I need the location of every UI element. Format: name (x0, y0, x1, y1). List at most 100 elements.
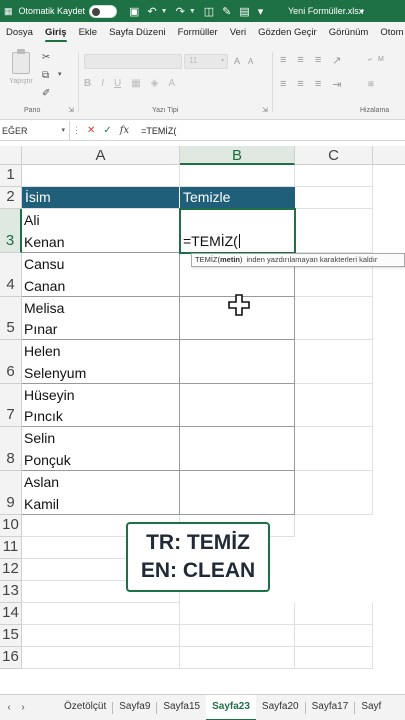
tab-otomatik[interactable]: Otom (374, 22, 405, 44)
table-row[interactable]: Cansu Canan (22, 253, 180, 297)
more-icon[interactable]: ▾ (258, 5, 264, 18)
row-header-12[interactable]: 12 (0, 559, 22, 581)
grid-cell[interactable] (22, 625, 180, 647)
row-header-2[interactable]: 2 (0, 187, 22, 209)
table-row[interactable]: Melisa Pınar (22, 297, 180, 340)
grid-cell[interactable] (295, 625, 373, 647)
table-header-isim[interactable]: İsim (22, 187, 180, 209)
font-size-dropdown[interactable]: 11 ▾ (184, 54, 228, 69)
grid-cell[interactable] (295, 384, 373, 427)
row-header-13[interactable]: 13 (0, 581, 22, 603)
grid-cell[interactable] (180, 165, 295, 187)
grow-font-icon[interactable]: A (234, 56, 240, 66)
grid-cell[interactable] (180, 647, 295, 669)
format-painter-icon[interactable]: ✐ (42, 88, 50, 99)
table-row[interactable]: Hüseyin Pıncık (22, 384, 180, 427)
sheet-next-icon[interactable]: › (16, 702, 30, 713)
align-center-icon[interactable]: ≡ (297, 78, 303, 91)
align-right-icon[interactable]: ≡ (315, 78, 321, 91)
temizle-cell[interactable] (180, 471, 295, 515)
tab-dosya[interactable]: Dosya (0, 22, 39, 44)
font-color-icon[interactable]: A (168, 78, 175, 89)
undo-caret-icon[interactable]: ▼ (161, 8, 168, 15)
camera-icon[interactable]: ◫ (204, 5, 214, 18)
align-bottom-icon[interactable]: ≡ (315, 54, 321, 67)
table-row[interactable]: Helen Selenyum (22, 340, 180, 384)
column-header-d[interactable] (373, 146, 405, 165)
copy-icon[interactable]: ⧉ (42, 70, 49, 81)
row-header-1[interactable]: 1 (0, 165, 22, 187)
name-box[interactable]: EĞER ▾ (0, 120, 70, 141)
grid-cell[interactable] (295, 297, 373, 340)
table-row[interactable]: Ali Kenan (22, 209, 180, 253)
table-row[interactable]: Selin Ponçuk (22, 427, 180, 471)
grid-cell[interactable] (22, 603, 180, 625)
cut-icon[interactable]: ✂ (42, 52, 50, 63)
row-header-4[interactable]: 4 (0, 253, 22, 297)
grid-cell[interactable] (180, 625, 295, 647)
tab-veri[interactable]: Veri (224, 22, 252, 44)
italic-icon[interactable]: I (101, 78, 104, 89)
table-icon[interactable]: ▤ (239, 5, 249, 18)
merge-icon[interactable]: ⊞ (368, 80, 374, 88)
row-header-7[interactable]: 7 (0, 384, 22, 427)
grid-cell[interactable] (22, 647, 180, 669)
grid-cell[interactable] (295, 165, 373, 187)
formula-input[interactable]: =TEMİZ( (141, 126, 176, 136)
tab-sayfa-duzeni[interactable]: Sayfa Düzeni (103, 22, 172, 44)
sheet-tab-sayf[interactable]: Sayf (355, 695, 387, 720)
underline-icon[interactable]: U (114, 78, 121, 89)
sheet-tab-sayfa15[interactable]: Sayfa15 (157, 695, 206, 720)
row-header-15[interactable]: 15 (0, 625, 22, 647)
align-middle-icon[interactable]: ≡ (297, 54, 303, 67)
grid-cell[interactable] (295, 187, 373, 209)
row-header-10[interactable]: 10 (0, 515, 22, 537)
column-header-b[interactable]: B (180, 146, 295, 165)
temizle-cell[interactable] (180, 340, 295, 384)
sheet-tab-sayfa17[interactable]: Sayfa17 (306, 695, 355, 720)
fill-color-icon[interactable]: ◈ (151, 78, 159, 89)
title-caret-icon[interactable]: ▾ (360, 7, 364, 16)
grid-cell[interactable] (295, 340, 373, 384)
table-row[interactable]: Aslan Kamil (22, 471, 180, 515)
sheet-tab-sayfa20[interactable]: Sayfa20 (256, 695, 305, 720)
bold-icon[interactable]: B (84, 78, 91, 89)
grid-cell[interactable] (295, 427, 373, 471)
tab-gorunum[interactable]: Görünüm (323, 22, 375, 44)
orientation-icon[interactable]: ↗ (332, 54, 341, 67)
row-header-3[interactable]: 3 (0, 209, 22, 253)
row-header-8[interactable]: 8 (0, 427, 22, 471)
wrap-text-icon[interactable]: ⤶ (368, 56, 372, 64)
align-top-icon[interactable]: ≡ (280, 54, 286, 67)
sheet-tab-sayfa9[interactable]: Sayfa9 (113, 695, 156, 720)
save-icon[interactable]: ▣ (129, 5, 139, 18)
font-name-dropdown[interactable] (84, 54, 182, 69)
grid-cell[interactable] (22, 165, 180, 187)
font-launcher-icon[interactable]: ⇲ (262, 106, 268, 114)
tooltip-argument[interactable]: metin (220, 255, 240, 264)
autosave-toggle[interactable] (89, 4, 118, 18)
column-header-a[interactable]: A (22, 146, 180, 165)
redo-caret-icon[interactable]: ▼ (189, 8, 196, 15)
border-icon[interactable]: ▦ (131, 78, 140, 89)
sheet-tab-ozetolcut[interactable]: Özetölçüt (58, 695, 112, 720)
row-header-6[interactable]: 6 (0, 340, 22, 384)
align-left-icon[interactable]: ≡ (280, 78, 286, 91)
paste-button[interactable]: Yapıştır (6, 49, 36, 98)
row-header-11[interactable]: 11 (0, 537, 22, 559)
cancel-icon[interactable]: ✕ (87, 125, 95, 136)
select-all-corner[interactable] (0, 146, 22, 165)
shrink-font-icon[interactable]: A (248, 57, 253, 66)
enter-icon[interactable]: ✓ (103, 125, 111, 136)
function-tooltip[interactable]: TEMİZ(metin) inden yazdırılamayan karakte… (191, 253, 405, 267)
redo-icon[interactable]: ↷ (176, 5, 185, 18)
grid-cell[interactable] (180, 603, 295, 625)
column-header-c[interactable]: C (295, 146, 373, 165)
insert-function-icon[interactable]: fx (120, 125, 129, 136)
active-cell-b3[interactable]: =TEMİZ( (179, 208, 296, 254)
clipboard-launcher-icon[interactable]: ⇲ (68, 106, 74, 114)
grid-cell[interactable] (295, 603, 373, 625)
copy-caret-icon[interactable]: ▾ (58, 70, 62, 78)
grid-cell[interactable] (295, 209, 373, 253)
undo-icon[interactable]: ↶ (147, 5, 156, 18)
